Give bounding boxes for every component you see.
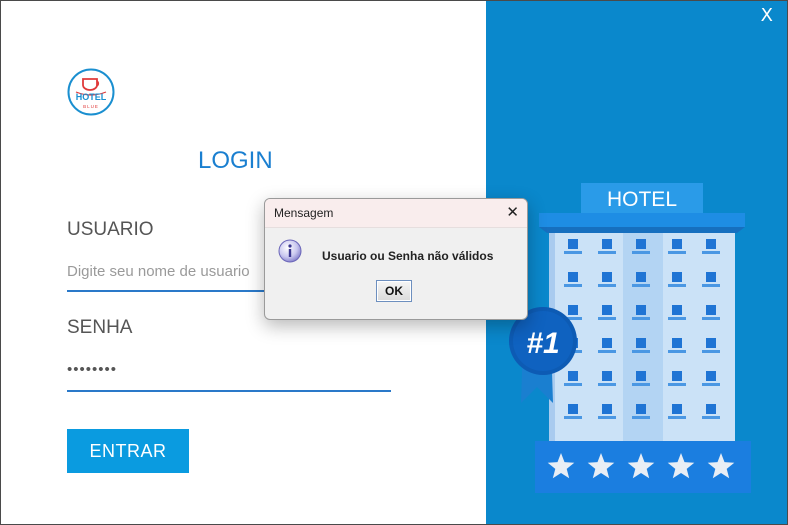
- hotel-logo-icon: HOTEL BLUE: [67, 68, 115, 116]
- dialog-title: Mensagem: [274, 206, 334, 220]
- submit-button[interactable]: ENTRAR: [67, 429, 189, 473]
- page-title: LOGIN: [198, 147, 273, 174]
- info-icon: [278, 239, 302, 263]
- username-label: USUARIO: [67, 219, 154, 240]
- message-dialog: Mensagem ✕ Usuario ou Senha não válidos …: [264, 198, 528, 320]
- password-input[interactable]: [67, 355, 389, 383]
- login-window: HOTEL BLUE LOGIN USUARIO SENHA ENTRAR X …: [0, 0, 788, 525]
- svg-text:BLUE: BLUE: [83, 104, 99, 109]
- dialog-close-button[interactable]: ✕: [506, 203, 519, 221]
- hotel-building-illustration: HOTEL #1: [509, 183, 751, 493]
- ok-button[interactable]: OK: [376, 280, 412, 302]
- svg-text:HOTEL: HOTEL: [76, 92, 107, 102]
- badge-text: #1: [526, 327, 559, 360]
- password-underline: [67, 390, 391, 392]
- password-label: SENHA: [67, 317, 133, 338]
- hotel-sign-text: HOTEL: [607, 188, 677, 211]
- dialog-message: Usuario ou Senha não válidos: [322, 249, 494, 263]
- dialog-titlebar: Mensagem ✕: [265, 199, 527, 228]
- close-window-button[interactable]: X: [761, 5, 773, 26]
